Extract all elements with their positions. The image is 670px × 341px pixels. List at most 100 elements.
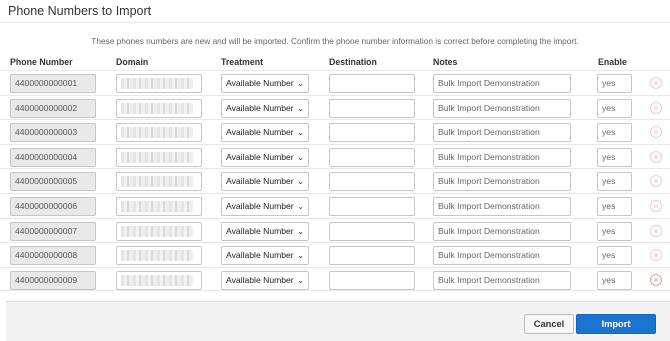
column-header-phone: Phone Number [10, 57, 73, 67]
domain-field[interactable] [116, 123, 202, 143]
enable-field[interactable]: yes [597, 196, 632, 216]
treatment-select[interactable]: Available Number ⌄ [221, 147, 309, 167]
remove-circle-icon[interactable]: × [650, 77, 662, 89]
column-header-treatment: Treatment [221, 57, 264, 67]
domain-field[interactable] [116, 221, 202, 241]
remove-circle-icon[interactable]: × [650, 126, 662, 139]
domain-field[interactable] [116, 196, 202, 216]
domain-field[interactable] [116, 246, 202, 266]
treatment-select[interactable]: Available Number ⌄ [221, 246, 309, 266]
redacted-domain [121, 225, 193, 237]
notes-field[interactable]: Bulk Import Demonstration [433, 221, 571, 241]
column-header-domain: Domain [116, 57, 149, 67]
chevron-down-icon: ⌄ [297, 251, 304, 261]
notes-field[interactable]: Bulk Import Demonstration [433, 270, 571, 290]
notes-field[interactable]: Bulk Import Demonstration [433, 98, 571, 118]
phone-number-field[interactable]: 4400000000003 [10, 123, 96, 143]
enable-field[interactable]: yes [597, 246, 632, 266]
destination-field[interactable] [329, 270, 415, 290]
domain-field[interactable] [116, 98, 202, 118]
enable-field[interactable]: yes [597, 147, 632, 167]
destination-field[interactable] [329, 246, 415, 266]
destination-field[interactable] [329, 98, 415, 118]
dialog-title: Phone Numbers to Import [8, 4, 152, 18]
treatment-select[interactable]: Available Number ⌄ [221, 221, 309, 241]
destination-field[interactable] [329, 221, 415, 241]
chevron-down-icon: ⌄ [297, 103, 304, 113]
destination-field[interactable] [329, 196, 415, 216]
phone-number-field[interactable]: 4400000000007 [10, 221, 96, 241]
chevron-down-icon: ⌄ [297, 201, 304, 211]
table-row: 4400000000007 Available Number ⌄ Bulk Imp… [0, 217, 670, 243]
treatment-select[interactable]: Available Number ⌄ [221, 172, 309, 192]
phone-number-field[interactable]: 4400000000001 [10, 74, 96, 93]
treatment-select[interactable]: Available Number ⌄ [221, 196, 309, 216]
destination-field[interactable] [329, 74, 415, 93]
redacted-domain [121, 176, 193, 188]
notes-field[interactable]: Bulk Import Demonstration [433, 172, 571, 192]
treatment-value: Available Number [226, 200, 294, 211]
remove-circle-icon[interactable]: × [650, 199, 662, 212]
treatment-select[interactable]: Available Number ⌄ [221, 270, 309, 290]
redacted-domain [121, 151, 193, 163]
table-header: Phone Number Domain Treatment Destinatio… [0, 57, 670, 69]
import-button[interactable]: Import [576, 314, 656, 334]
cancel-button[interactable]: Cancel [524, 314, 574, 334]
enable-field[interactable]: yes [597, 172, 632, 192]
treatment-select[interactable]: Available Number ⌄ [221, 98, 309, 118]
notes-field[interactable]: Bulk Import Demonstration [433, 74, 571, 93]
destination-field[interactable] [329, 172, 415, 192]
redacted-domain [121, 250, 193, 262]
remove-circle-icon[interactable]: × [650, 101, 662, 114]
notes-field[interactable]: Bulk Import Demonstration [433, 246, 571, 266]
remove-circle-icon[interactable]: × [650, 175, 662, 188]
column-header-enable: Enable [598, 57, 627, 67]
phone-number-field[interactable]: 4400000000009 [10, 270, 96, 290]
chevron-down-icon: ⌄ [297, 152, 304, 162]
treatment-value: Available Number [226, 78, 294, 88]
domain-field[interactable] [116, 270, 202, 290]
notes-field[interactable]: Bulk Import Demonstration [433, 123, 571, 143]
dialog-footer: Cancel Import [6, 301, 670, 341]
redacted-domain [121, 200, 193, 212]
phone-number-field[interactable]: 4400000000005 [10, 172, 96, 192]
destination-field[interactable] [329, 123, 415, 143]
enable-field[interactable]: yes [597, 270, 632, 290]
table-row: 4400000000001 Available Number ⌄ Bulk Imp… [0, 70, 670, 95]
notes-field[interactable]: Bulk Import Demonstration [433, 147, 571, 167]
intro-text: These phones numbers are new and will be… [91, 36, 579, 46]
domain-field[interactable] [116, 172, 202, 192]
chevron-down-icon: ⌄ [297, 226, 304, 236]
table-row: 4400000000008 Available Number ⌄ Bulk Imp… [0, 242, 670, 267]
redacted-domain [121, 274, 193, 286]
phone-number-field[interactable]: 4400000000008 [10, 246, 96, 266]
table-row: 4400000000005 Available Number ⌄ Bulk Imp… [0, 168, 670, 193]
table-row: 4400000000002 Available Number ⌄ Bulk Imp… [0, 94, 670, 120]
treatment-select[interactable]: Available Number ⌄ [221, 123, 309, 143]
domain-field[interactable] [116, 74, 202, 93]
phone-number-field[interactable]: 4400000000002 [10, 98, 96, 118]
remove-circle-icon[interactable]: × [650, 224, 662, 237]
phone-number-field[interactable]: 4400000000006 [10, 196, 96, 216]
enable-field[interactable]: yes [597, 74, 632, 93]
table-row: 4400000000009 Available Number ⌄ Bulk Imp… [0, 266, 670, 292]
enable-field[interactable]: yes [597, 98, 632, 118]
domain-field[interactable] [116, 147, 202, 167]
remove-circle-icon[interactable]: × [650, 273, 662, 286]
remove-circle-icon[interactable]: × [650, 249, 662, 262]
treatment-value: Available Number [226, 127, 294, 138]
treatment-value: Available Number [226, 176, 294, 187]
enable-field[interactable]: yes [597, 221, 632, 241]
phone-number-field[interactable]: 4400000000004 [10, 147, 96, 167]
chevron-down-icon: ⌄ [297, 177, 304, 187]
enable-field[interactable]: yes [597, 123, 632, 143]
remove-circle-icon[interactable]: × [650, 150, 662, 163]
chevron-down-icon: ⌄ [297, 275, 304, 285]
treatment-select[interactable]: Available Number ⌄ [221, 74, 309, 93]
destination-field[interactable] [329, 147, 415, 167]
notes-field[interactable]: Bulk Import Demonstration [433, 196, 571, 216]
treatment-value: Available Number [226, 274, 294, 285]
treatment-value: Available Number [226, 102, 294, 113]
column-header-notes: Notes [433, 57, 458, 67]
redacted-domain [121, 78, 193, 89]
